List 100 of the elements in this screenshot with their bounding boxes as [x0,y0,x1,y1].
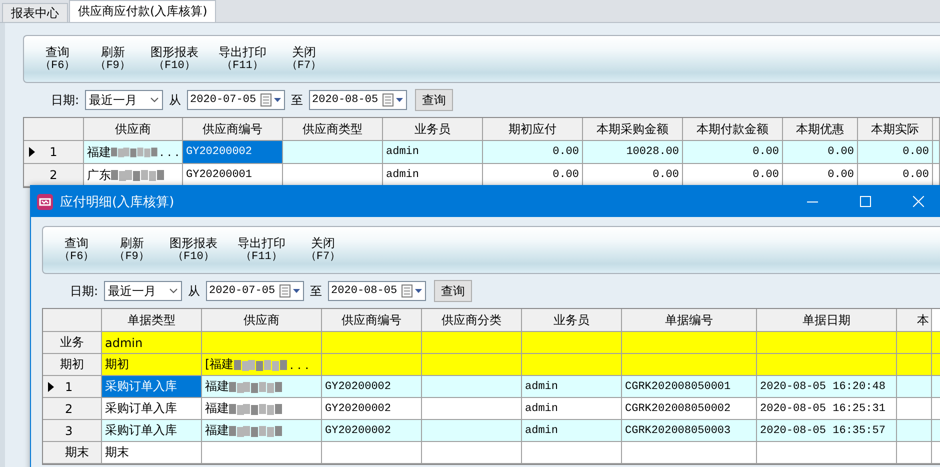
toolbar-button[interactable]: 图形报表 （F10） [140,45,208,73]
column-header[interactable]: 供应商编号 [322,309,422,331]
column-header[interactable]: 供应商分类 [422,309,522,331]
date-field[interactable]: 2020-08-05 [328,281,426,301]
row-header[interactable]: 2 [43,398,102,419]
table-row[interactable]: 期初 期初 [福建 . . . [43,354,940,376]
column-header[interactable]: 单据类型 [102,309,202,331]
toolbar-button[interactable]: 查询 （F6） [49,236,104,264]
table-cell[interactable]: 期初 [102,354,202,375]
column-header[interactable]: 本期优惠 [783,118,858,140]
column-header[interactable]: 供应商 [202,309,322,331]
column-header[interactable]: 单据日期 [757,309,897,331]
from-label: 从 [188,282,200,300]
date-field[interactable]: 2020-07-05 [187,90,286,110]
supplier-name: 福建 [87,144,111,160]
chevron-down-icon [169,288,178,294]
column-header[interactable]: 本期付款金额 [683,118,783,140]
table-cell[interactable]: CGRK202008050002 [622,398,757,419]
column-header[interactable]: 本期采购金额 [583,118,683,140]
toolbar-button[interactable]: 导出打印 （F11） [208,45,276,73]
table-row[interactable]: 1 采购订单入库 福建 GY20200002 admin CGRK202008050001 2020-08-05 16:20:48 [43,376,940,398]
table-cell[interactable]: admin [102,332,202,353]
table-cell[interactable]: 10028.00 [583,141,683,163]
column-header[interactable]: 单据编号 [622,309,757,331]
column-header[interactable]: 本期实际 [858,118,933,140]
supplier-name: 广东 [87,166,111,184]
tab[interactable]: 报表中心 [2,3,68,22]
close-icon [912,196,924,207]
table-cell[interactable]: 福建 . . . [84,141,183,163]
table-cell[interactable]: admin [522,398,622,419]
table-cell[interactable]: [福建 . . . [202,354,322,375]
table-cell[interactable]: GY20200002 [322,420,422,441]
column-header[interactable]: 供应商类型 [283,118,383,140]
calendar-dropdown-icon[interactable] [279,284,302,298]
minimize-icon [806,200,818,202]
column-header[interactable]: 业务员 [522,309,622,331]
calendar-dropdown-icon[interactable] [260,93,282,107]
table-cell[interactable]: 采购订单入库 [102,376,202,397]
table-cell[interactable]: CGRK202008050003 [622,420,757,441]
table-cell[interactable]: 福建 [202,376,322,397]
table-cell[interactable]: GY20200002 [322,376,422,397]
toolbar-button[interactable]: 图形报表 （F10） [159,236,228,264]
row-header[interactable]: 期末 [43,442,102,463]
column-header[interactable]: 期初应付 [483,118,583,140]
table-cell[interactable]: 0.00 [683,141,783,163]
table-cell[interactable]: 0.00 [783,141,858,163]
calendar-dropdown-icon[interactable] [382,93,404,107]
table-cell[interactable]: GY20200002 [322,398,422,419]
table-cell[interactable]: 0.00 [858,141,933,163]
toolbar-button[interactable]: 刷新 （F9） [104,236,160,264]
row-header[interactable]: 2 [24,164,84,186]
period-select[interactable]: 最近一月 [85,90,164,110]
column-header[interactable]: 业务员 [383,118,483,140]
column-header[interactable]: 供应商 [84,118,183,140]
toolbar-button[interactable]: 导出打印 （F11） [227,236,296,264]
toolbar-button[interactable]: 刷新 （F9） [85,45,140,73]
table-cell[interactable]: admin [383,141,483,163]
toolbar-button[interactable]: 查询 （F6） [30,45,86,73]
date-label: 日期: [51,92,80,108]
supplier-name: 福建 [205,422,229,439]
table-cell[interactable]: 福建 [202,420,322,441]
table-cell[interactable]: 采购订单入库 [102,420,202,441]
date-field[interactable]: 2020-08-05 [309,90,408,110]
table-cell[interactable]: admin [522,420,622,441]
row-header[interactable]: 1 [24,141,84,163]
table-cell[interactable]: 2020-08-05 16:20:48 [757,376,897,397]
table-row[interactable]: 2 广东 GY20200001 admin 0.00 0.00 0.00 0.00 0.00 [24,164,940,187]
date-field[interactable]: 2020-07-05 [206,281,304,301]
table-cell[interactable]: 0.00 [483,141,583,163]
query-button[interactable]: 查询 [434,280,472,302]
row-header[interactable]: 期初 [43,354,102,375]
table-cell[interactable]: 2020-08-05 16:35:57 [757,420,897,441]
supplier-name: 福建 [205,400,229,417]
table-row[interactable]: 3 采购订单入库 福建 GY20200002 admin CGRK202008050003 2020-08-05 16:35:57 [43,420,940,442]
row-header[interactable]: 3 [43,420,102,441]
table-row[interactable]: 1 福建 . . . GY20200002 admin 0.00 10028.00 0.00 0.00 0.00 [24,141,940,164]
toolbar-button[interactable]: 关闭 （F7） [276,45,332,73]
table-cell[interactable]: GY20200002 [183,141,283,163]
table-row[interactable]: 业务 admin [43,332,940,354]
maximize-icon [860,196,870,207]
row-header[interactable]: 1 [43,376,102,397]
table-row[interactable]: 2 采购订单入库 福建 GY20200002 admin CGRK202008050002 2020-08-05 16:25:31 [43,398,940,420]
table-cell[interactable]: 福建 [202,398,322,419]
tab[interactable]: 供应商应付款(入库核算) [69,0,216,22]
toolbar-button[interactable]: 关闭 （F7） [295,236,351,264]
column-header[interactable]: 供应商编号 [183,118,283,140]
window-title: 应付明细(入库核算) [60,194,176,210]
table-cell[interactable]: CGRK202008050001 [622,376,757,397]
table-cell[interactable]: 采购订单入库 [102,398,202,419]
table-cell[interactable]: admin [522,376,622,397]
period-select[interactable]: 最近一月 [104,281,182,301]
row-header[interactable]: 业务 [43,332,102,353]
table-cell[interactable]: 期末 [102,442,202,463]
query-button[interactable]: 查询 [415,89,454,111]
column-header[interactable]: 本 [897,309,932,331]
table-cell[interactable]: 2020-08-05 16:25:31 [757,398,897,419]
ellipsis-text: . . . [160,145,179,159]
date-label: 日期: [70,282,98,300]
table-row[interactable]: 期末 期末 [43,442,940,464]
calendar-dropdown-icon[interactable] [401,284,424,298]
